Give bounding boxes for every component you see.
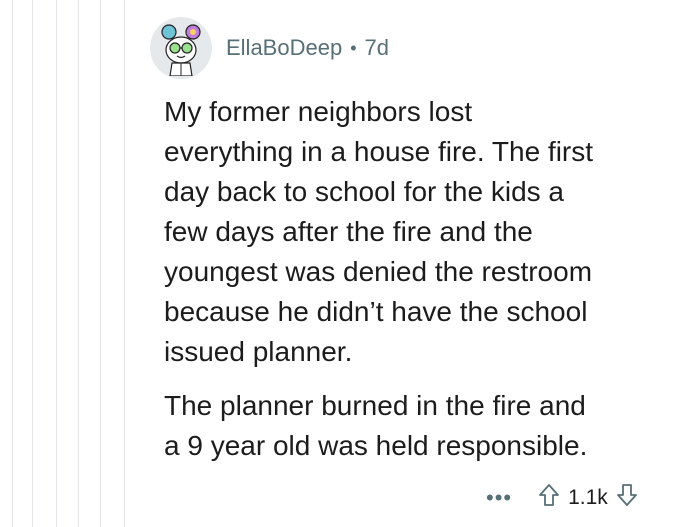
downvote-button[interactable]: [616, 483, 638, 513]
thread-line: [78, 0, 79, 527]
thread-line: [124, 0, 125, 527]
thread-line: [100, 0, 101, 527]
cartoon-avatar-icon: [161, 24, 201, 76]
comment-paragraph: My former neighbors lost everything in a…: [164, 96, 594, 367]
vote-controls: 1.1k: [538, 483, 638, 513]
upvote-arrow-icon: [539, 484, 560, 506]
thread-line: [12, 0, 13, 527]
comment-actions: ••• 1.1k: [486, 478, 638, 518]
thread-line: [32, 0, 33, 527]
more-options-button[interactable]: •••: [486, 485, 512, 511]
avatar[interactable]: [150, 17, 212, 79]
comment-header: EllaBoDeep • 7d: [150, 8, 690, 88]
comment-age: 7d: [364, 35, 389, 60]
comment-paragraph: The planner burned in the fire and a 9 y…: [164, 390, 588, 461]
upvote-button[interactable]: [538, 483, 560, 513]
comment: EllaBoDeep • 7d My former neighbors lost…: [150, 8, 690, 466]
meta-separator: •: [350, 37, 357, 58]
author-name[interactable]: EllaBoDeep: [226, 35, 342, 61]
downvote-arrow-icon: [616, 484, 637, 506]
vote-score: 1.1k: [568, 486, 608, 509]
thread-line: [56, 0, 57, 527]
